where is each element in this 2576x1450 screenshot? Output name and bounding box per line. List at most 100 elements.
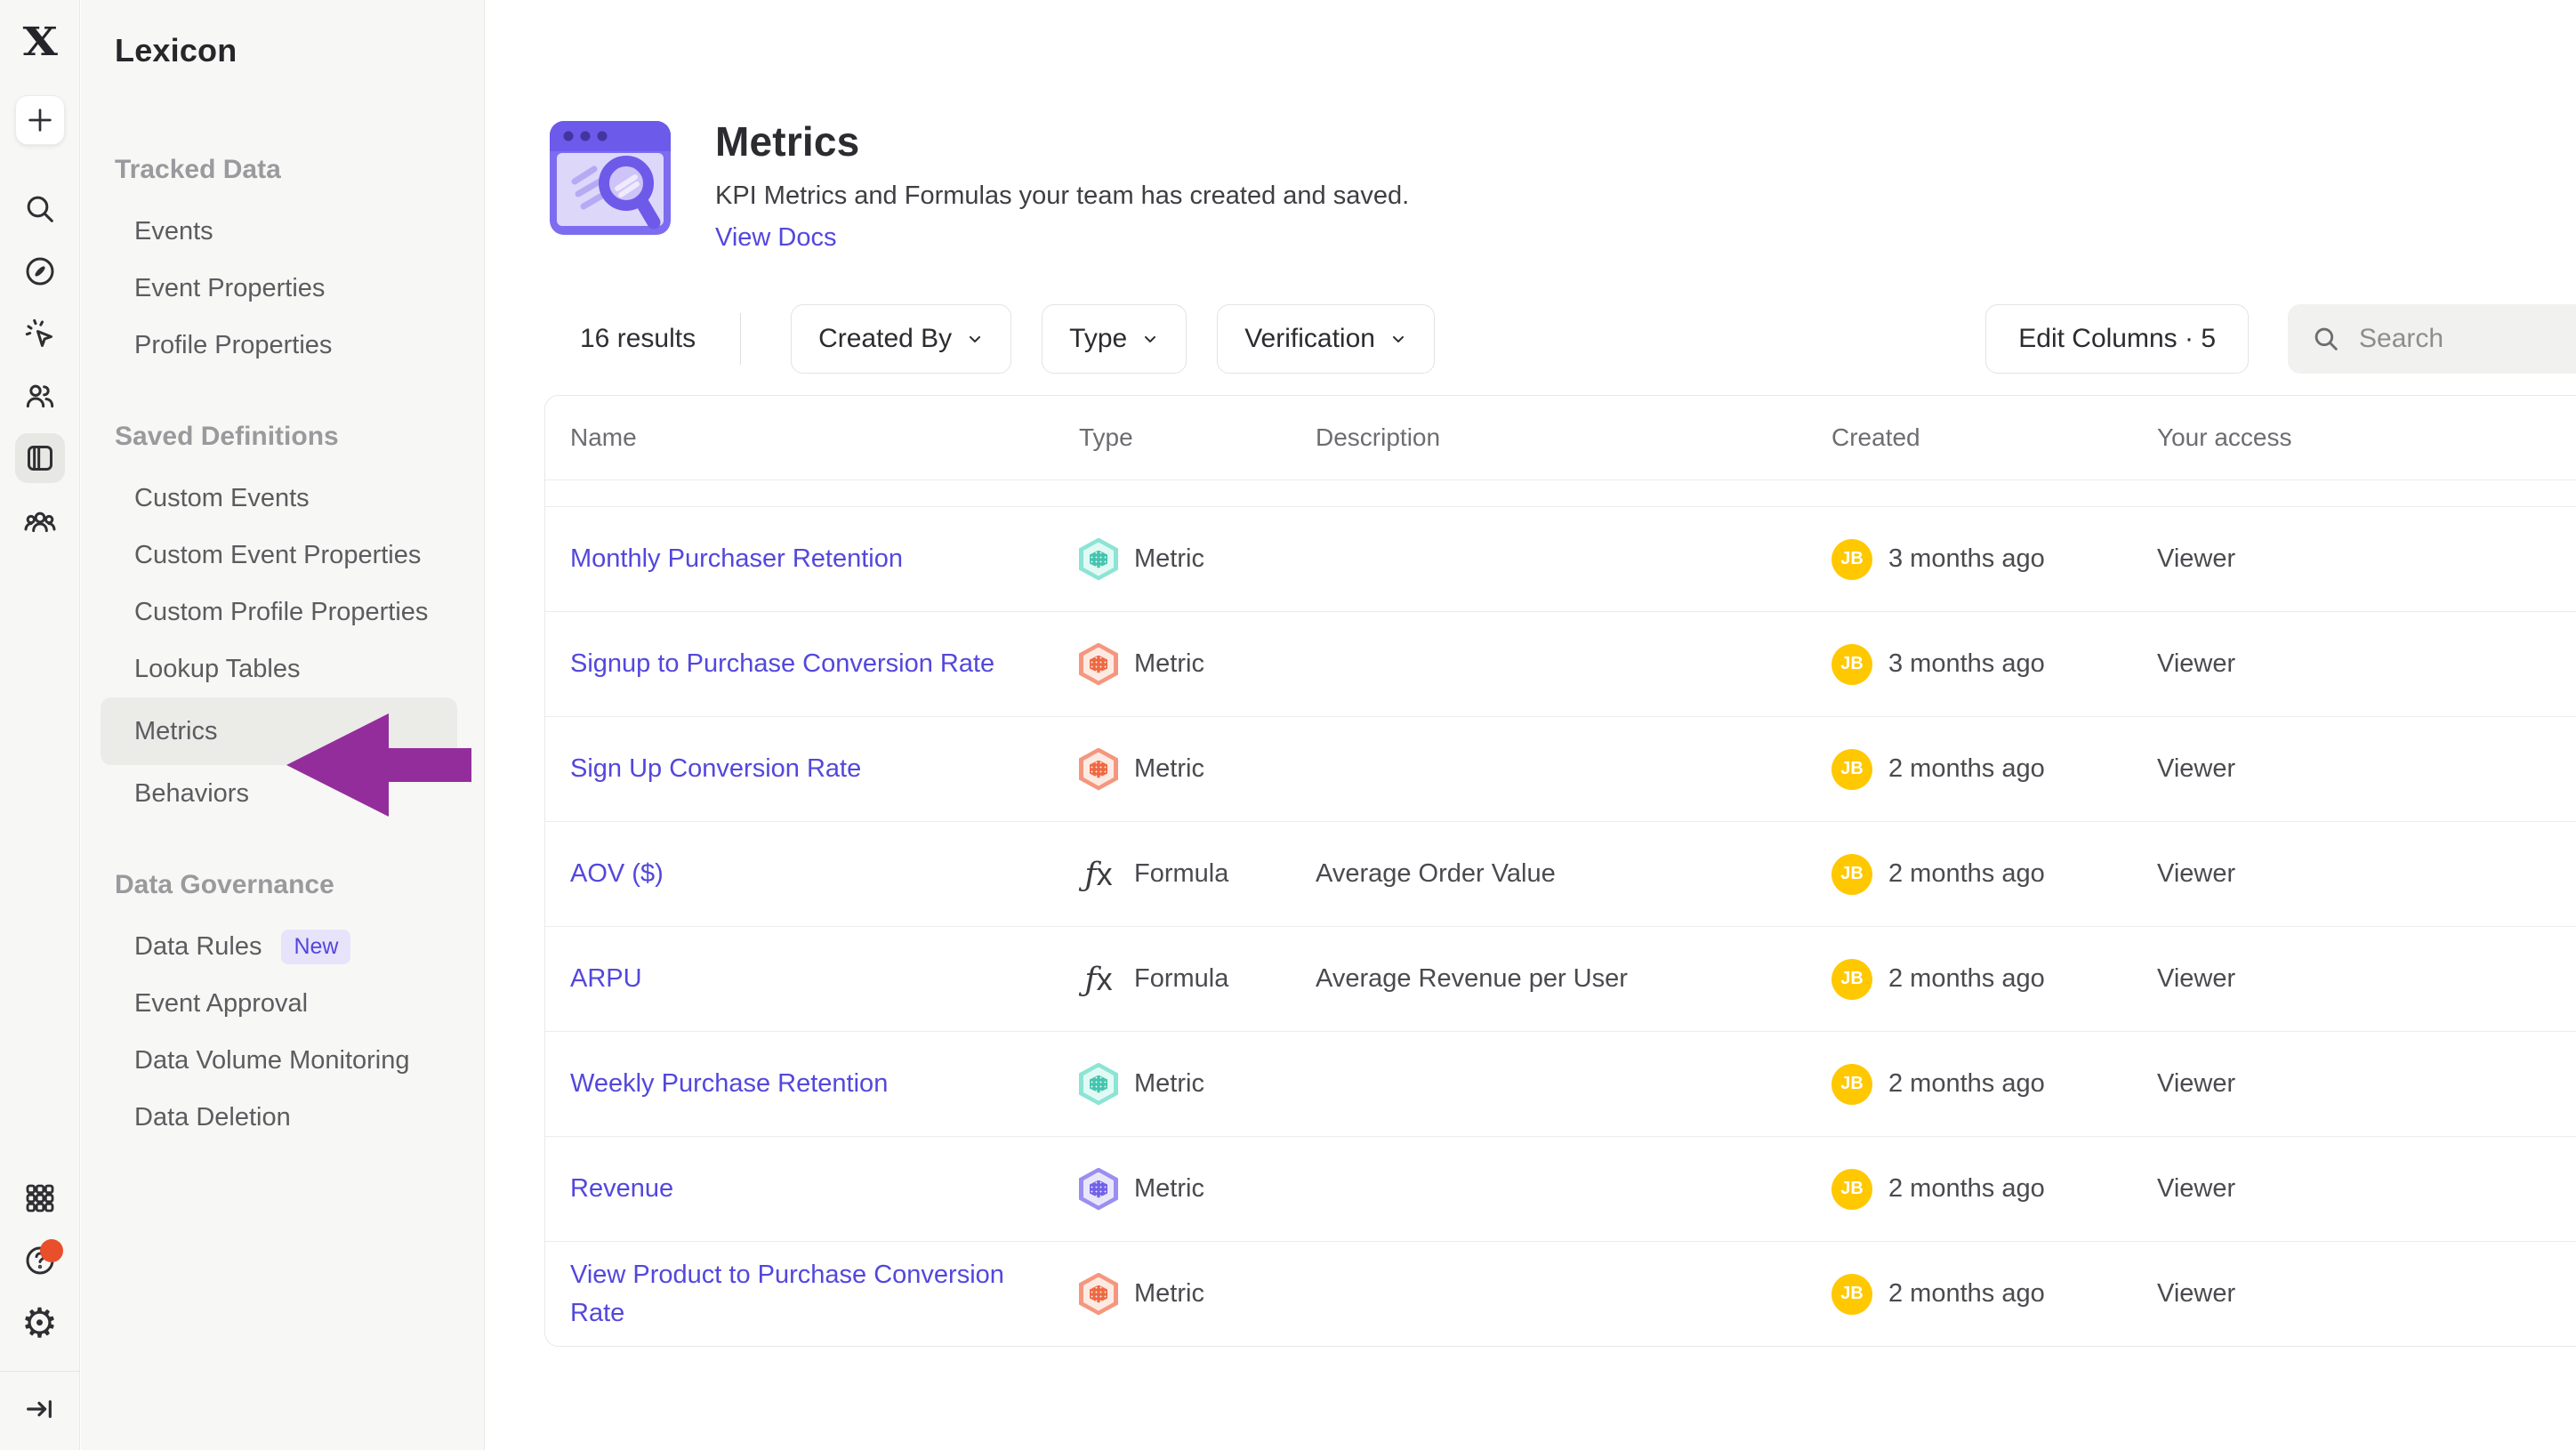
sidebar-item-list: Events Event Properties Profile Properti…: [81, 203, 484, 374]
table-row: Sign Up Conversion Rate Metric JB 2 mont…: [545, 716, 2576, 821]
chevron-down-icon: [1389, 330, 1407, 348]
plus-icon: [25, 105, 55, 135]
sidebar-item-custom-events[interactable]: Custom Events: [101, 470, 457, 527]
creator-avatar[interactable]: JB: [1831, 959, 1872, 1000]
metric-hexagon-icon: [1079, 1168, 1118, 1211]
access-cell: Viewer: [2157, 754, 2576, 784]
search-input[interactable]: [2359, 324, 2555, 354]
rail-apps-button[interactable]: [15, 1173, 65, 1223]
rail-cohorts-button[interactable]: [15, 495, 65, 545]
created-by-filter[interactable]: Created By: [791, 304, 1011, 374]
sidebar-item-label: Metrics: [134, 717, 217, 746]
type-filter-label: Type: [1069, 324, 1127, 354]
gear-icon: ⚙: [21, 1302, 58, 1343]
metric-name-link[interactable]: Sign Up Conversion Rate: [570, 754, 914, 783]
table-row: Signup to Purchase Conversion Rate Metri…: [545, 611, 2576, 716]
sidebar-item-metrics[interactable]: Metrics: [101, 697, 457, 765]
creator-avatar[interactable]: JB: [1831, 1064, 1872, 1105]
chevron-down-icon: [966, 330, 984, 348]
metric-name-link[interactable]: Weekly Purchase Retention: [570, 1069, 941, 1098]
created-time: 3 months ago: [1888, 544, 2045, 574]
sidebar-item-label: Event Properties: [134, 274, 325, 303]
sidebar-section: Data Governance Data Rules New Event App…: [81, 870, 484, 1146]
created-time: 2 months ago: [1888, 1174, 2045, 1204]
mixpanel-logo-icon[interactable]: X: [23, 20, 56, 65]
metric-name-link[interactable]: Monthly Purchaser Retention: [570, 544, 956, 573]
created-time: 2 months ago: [1888, 1279, 2045, 1309]
view-docs-link[interactable]: View Docs: [715, 223, 836, 253]
created-time: 2 months ago: [1888, 964, 2045, 994]
type-label: Metric: [1134, 1279, 1204, 1309]
rail-settings-button[interactable]: ⚙: [15, 1298, 65, 1348]
create-new-button[interactable]: [15, 95, 65, 145]
sidebar-item-label: Events: [134, 217, 213, 246]
access-cell: Viewer: [2157, 859, 2576, 889]
column-header-created[interactable]: Created: [1831, 423, 2157, 452]
compass-icon: [22, 254, 58, 289]
sidebar-item-custom-profile-properties[interactable]: Custom Profile Properties: [101, 584, 457, 640]
sidebar-item-data-volume-monitoring[interactable]: Data Volume Monitoring: [101, 1032, 457, 1089]
metric-name-link[interactable]: View Product to Purchase Conversion Rate: [570, 1261, 1004, 1326]
type-label: Metric: [1134, 1174, 1204, 1204]
sidebar-item-custom-event-properties[interactable]: Custom Event Properties: [101, 527, 457, 584]
creator-avatar[interactable]: JB: [1831, 1169, 1872, 1210]
created-time: 3 months ago: [1888, 649, 2045, 679]
type-label: Metric: [1134, 1069, 1204, 1099]
sidebar-item-events[interactable]: Events: [101, 203, 457, 260]
metric-name-link[interactable]: Revenue: [570, 1174, 727, 1203]
type-filter[interactable]: Type: [1042, 304, 1187, 374]
edit-columns-button[interactable]: Edit Columns · 5: [1985, 304, 2249, 374]
created-time: 2 months ago: [1888, 754, 2045, 784]
metric-hexagon-icon: [1079, 538, 1118, 581]
metric-name-link[interactable]: ARPU: [570, 964, 696, 993]
notification-dot: [40, 1239, 63, 1262]
search-box[interactable]: [2288, 304, 2576, 374]
sidebar-item-event-properties[interactable]: Event Properties: [101, 260, 457, 317]
sidebar-item-label: Event Approval: [134, 989, 308, 1019]
creator-avatar[interactable]: JB: [1831, 749, 1872, 790]
column-header-type[interactable]: Type: [1079, 423, 1316, 452]
type-label: Metric: [1134, 544, 1204, 574]
sidebar-item-label: Custom Profile Properties: [134, 598, 428, 627]
sidebar-item-data-rules[interactable]: Data Rules New: [101, 918, 457, 975]
access-cell: Viewer: [2157, 1069, 2576, 1099]
metric-hexagon-icon: [1079, 748, 1118, 791]
verification-filter-label: Verification: [1244, 324, 1375, 354]
toolbar: 16 results Created By Type Verification …: [544, 304, 2576, 374]
column-header-name[interactable]: Name: [545, 423, 1079, 452]
icon-rail: X ⚙: [0, 0, 80, 1450]
rail-help-button[interactable]: [15, 1236, 65, 1285]
sidebar-item-list: Custom Events Custom Event Properties Cu…: [81, 470, 484, 822]
search-icon: [2311, 324, 2341, 354]
column-header-description[interactable]: Description: [1316, 423, 1831, 452]
rail-events-button[interactable]: [15, 309, 65, 358]
creator-avatar[interactable]: JB: [1831, 854, 1872, 895]
click-cursor-icon: [22, 316, 58, 351]
chevron-down-icon: [1141, 330, 1159, 348]
creator-avatar[interactable]: JB: [1831, 644, 1872, 685]
rail-discover-button[interactable]: [15, 246, 65, 296]
sidebar-item-profile-properties[interactable]: Profile Properties: [101, 317, 457, 374]
collapse-panel-button[interactable]: [15, 1384, 65, 1434]
creator-avatar[interactable]: JB: [1831, 1274, 1872, 1315]
rail-search-button[interactable]: [15, 184, 65, 234]
column-header-your-access[interactable]: Your access: [2157, 423, 2576, 452]
sidebar-item-behaviors[interactable]: Behaviors: [101, 765, 457, 822]
metric-name-link[interactable]: Signup to Purchase Conversion Rate: [570, 649, 1048, 678]
sidebar-item-data-deletion[interactable]: Data Deletion: [101, 1089, 457, 1146]
rail-lexicon-button[interactable]: [15, 433, 65, 483]
access-cell: Viewer: [2157, 544, 2576, 574]
table-header-row: Name Type Description Created Your acces…: [545, 396, 2576, 479]
rail-users-button[interactable]: [15, 371, 65, 421]
verification-filter[interactable]: Verification: [1217, 304, 1435, 374]
sidebar-item-lookup-tables[interactable]: Lookup Tables: [101, 640, 457, 697]
table-row: AOV ($) ƒx Formula Average Order Value J…: [545, 821, 2576, 926]
creator-avatar[interactable]: JB: [1831, 539, 1872, 580]
users-icon: [22, 378, 58, 414]
metric-name-link[interactable]: AOV ($): [570, 859, 717, 888]
metrics-table: Name Type Description Created Your acces…: [544, 395, 2576, 1347]
sidebar-item-event-approval[interactable]: Event Approval: [101, 975, 457, 1032]
sidebar-item-label: Data Rules: [134, 932, 262, 962]
type-label: Metric: [1134, 649, 1204, 679]
created-time: 2 months ago: [1888, 1069, 2045, 1099]
